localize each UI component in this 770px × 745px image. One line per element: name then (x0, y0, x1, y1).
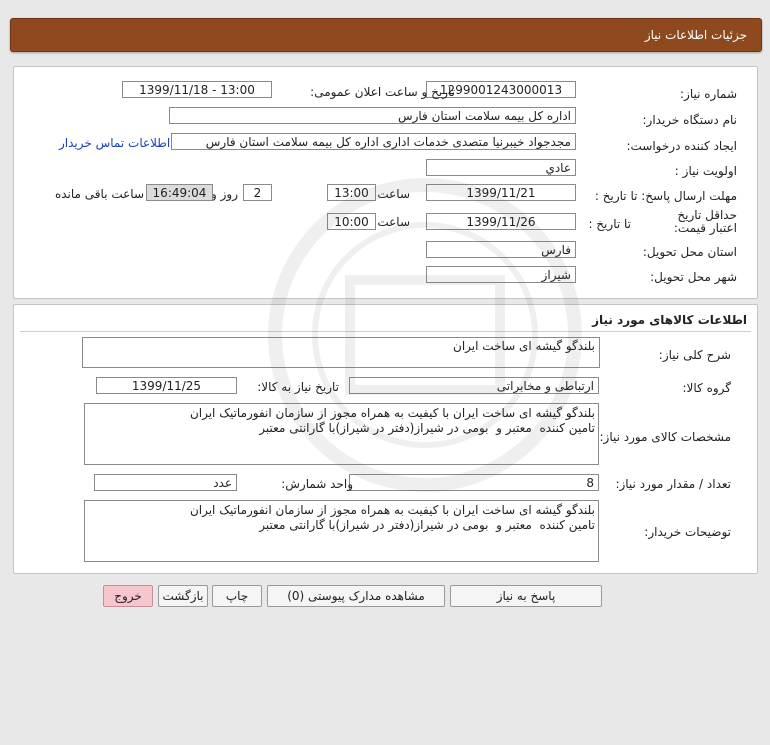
priority-field: عادي (426, 159, 576, 176)
creator-field: مجدجواد خیبرنیا متصدی خدمات اداری اداره … (171, 133, 576, 150)
days-label: روز و (211, 187, 238, 201)
validity-date-field: 1399/11/26 (426, 213, 576, 230)
remaining-label: ساعت باقی مانده (54, 187, 144, 201)
group-label: گروه کالا: (682, 381, 732, 395)
buyer-field: اداره کل بیمه سلامت استان فارس (169, 107, 576, 124)
qty-field: 8 (349, 474, 599, 491)
creator-label: ایجاد کننده درخواست: (626, 139, 737, 153)
description-field: بلندگو گیشه ای ساخت ایران (82, 337, 600, 368)
unit-label: واحد شمارش: (281, 477, 353, 491)
validity-label: حداقل تاریخ اعتبار قیمت: (673, 208, 737, 235)
spec-label: مشخصات کالای مورد نیاز: (599, 430, 731, 444)
buyer-label: نام دستگاه خریدار: (642, 113, 738, 127)
need-info-panel: شماره نیاز: 1299001243000013 تاریخ و ساع… (13, 66, 758, 299)
need-date-field: 1399/11/25 (96, 377, 237, 394)
priority-label: اولویت نیاز : (674, 164, 737, 178)
goods-section-title: اطلاعات کالاهای مورد نیاز (592, 313, 747, 327)
announce-field: 1399/11/18 - 13:00 (122, 81, 272, 98)
buyer-contact-link[interactable]: اطلاعات تماس خریدار (59, 136, 170, 150)
buyer-notes-field: بلندگو گیشه ای ساخت ایران با کیفیت به هم… (84, 500, 599, 562)
description-label: شرح کلی نیاز: (658, 348, 731, 362)
deadline-label: مهلت ارسال پاسخ: تا تاریخ : (594, 189, 737, 203)
announce-label: تاریخ و ساعت اعلان عمومی: (310, 85, 455, 99)
validity-time-label: ساعت (377, 215, 410, 229)
back-button[interactable]: بازگشت (158, 585, 208, 607)
remaining-time-field: 16:49:04 (146, 184, 213, 201)
qty-label: تعداد / مقدار مورد نیاز: (615, 477, 731, 491)
page-header: جزئیات اطلاعات نیاز (10, 18, 762, 52)
validity-to-label: تا تاریخ : (588, 217, 631, 231)
city-field: شیراز (426, 266, 576, 283)
province-label: استان محل تحویل: (642, 245, 737, 259)
province-field: فارس (426, 241, 576, 258)
deadline-time-field: 13:00 (327, 184, 376, 201)
unit-field: عدد (94, 474, 237, 491)
exit-button[interactable]: خروج (103, 585, 153, 607)
print-button[interactable]: چاپ (212, 585, 262, 607)
goods-info-panel: اطلاعات کالاهای مورد نیاز شرح کلی نیاز: … (13, 304, 758, 574)
need-date-label: تاریخ نیاز به کالا: (257, 380, 339, 394)
section-divider (20, 331, 751, 332)
validity-time-field: 10:00 (327, 213, 376, 230)
view-attachments-button[interactable]: مشاهده مدارک پیوستی (0) (267, 585, 445, 607)
days-field: 2 (243, 184, 272, 201)
deadline-time-label: ساعت (377, 187, 410, 201)
deadline-date-field: 1399/11/21 (426, 184, 576, 201)
reply-button[interactable]: پاسخ به نیاز (450, 585, 602, 607)
group-field: ارتباطی و مخابراتی (349, 377, 599, 394)
buyer-notes-label: توضیحات خریدار: (644, 525, 731, 539)
need-number-label: شماره نیاز: (680, 87, 737, 101)
city-label: شهر محل تحویل: (650, 270, 737, 284)
page-title: جزئیات اطلاعات نیاز (644, 28, 747, 42)
spec-field: بلندگو گیشه ای ساخت ایران با کیفیت به هم… (84, 403, 599, 465)
